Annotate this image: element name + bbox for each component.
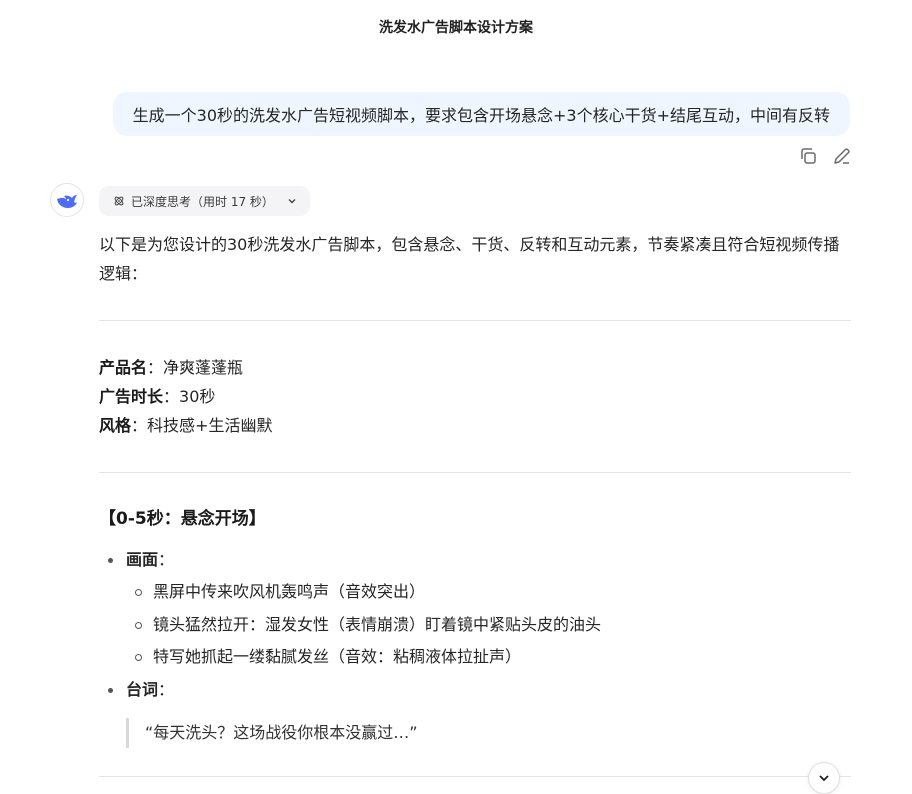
page-title: 洗发水广告脚本设计方案 — [379, 20, 533, 36]
chevron-down-icon — [288, 199, 296, 204]
section-heading: 【0-5秒：悬念开场】 — [99, 509, 266, 529]
assistant-avatar — [50, 183, 84, 217]
scroll-to-bottom-button[interactable] — [808, 762, 840, 794]
product-meta: 产品名：净爽蓬蓬瓶 广告时长：30秒 风格：科技感+生活幽默 — [99, 353, 851, 440]
divider — [99, 472, 851, 473]
dialogue-quote: “每天洗头？这场战役你根本没赢过…” — [126, 717, 851, 748]
section-list: 画面： 黑屏中传来吹风机轰鸣声（音效突出） 镜头猛然拉开：湿发女性（表情崩溃）盯… — [99, 544, 851, 706]
chevron-down-icon — [819, 775, 829, 782]
user-message-bubble: 生成一个30秒的洗发水广告短视频脚本，要求包含开场悬念+3个核心干货+结尾互动，… — [112, 92, 850, 136]
whale-logo-icon — [57, 195, 77, 208]
divider — [99, 320, 851, 321]
message-actions — [798, 146, 852, 166]
thinking-toggle[interactable]: 已深度思考（用时 17 秒） — [99, 186, 310, 216]
meta-style: 风格：科技感+生活幽默 — [99, 416, 273, 435]
list-item-line: 台词： — [99, 674, 851, 706]
list-item: 黑屏中传来吹风机轰鸣声（音效突出） — [99, 576, 851, 609]
divider — [99, 775, 851, 777]
list-item: 特写她抓起一缕黏腻发丝（音效：粘稠液体拉扯声） — [99, 641, 851, 674]
atom-icon — [114, 196, 124, 206]
edit-icon[interactable] — [832, 146, 852, 166]
copy-icon[interactable] — [798, 146, 818, 166]
meta-duration: 广告时长：30秒 — [99, 387, 216, 406]
list-item: 镜头猛然拉开：湿发女性（表情崩溃）盯着镜中紧贴头皮的油头 — [99, 609, 851, 642]
list-item-picture: 画面： — [99, 544, 851, 576]
assistant-response: 以下是为您设计的30秒洗发水广告脚本，包含悬念、干货、反转和互动元素，节奏紧凑且… — [99, 230, 851, 777]
intro-paragraph: 以下是为您设计的30秒洗发水广告脚本，包含悬念、干货、反转和互动元素，节奏紧凑且… — [99, 235, 840, 283]
user-message-text: 生成一个30秒的洗发水广告短视频脚本，要求包含开场悬念+3个核心干货+结尾互动，… — [132, 106, 830, 125]
thinking-label: 已深度思考（用时 17 秒） — [131, 194, 274, 209]
meta-product-name: 产品名：净爽蓬蓬瓶 — [99, 358, 244, 377]
